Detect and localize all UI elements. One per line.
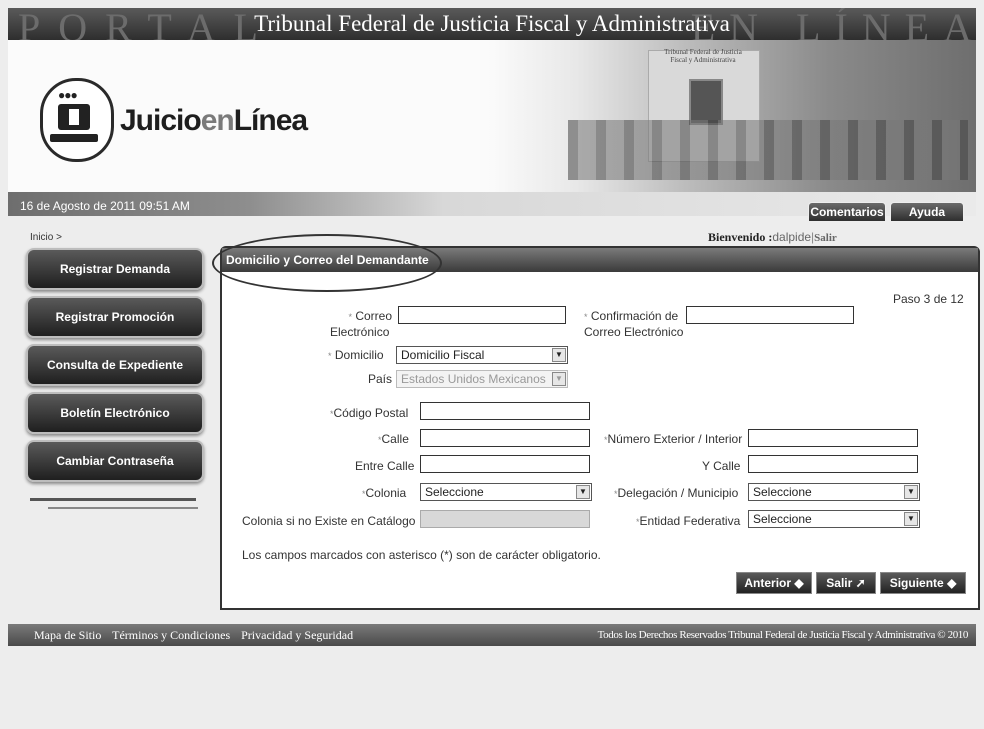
y-calle-field[interactable] — [748, 455, 918, 473]
footer-link-site-map[interactable]: Mapa de Sitio — [34, 628, 101, 642]
entre-calle-field[interactable] — [420, 455, 590, 473]
sidebar-item-boletin-electronico[interactable]: Boletín Electrónico — [26, 392, 204, 434]
colonia-label: *Colonia — [362, 486, 407, 500]
numero-label: *Número Exterior / Interior — [604, 432, 743, 446]
email-label-line2: Electrónico — [330, 325, 390, 339]
exit-arrow-icon: ➚ — [855, 576, 866, 590]
footer-link-privacy[interactable]: Privacidad y Seguridad — [241, 628, 353, 642]
comments-button[interactable]: Comentarios — [808, 202, 886, 222]
domicilio-label: * Domicilio — [328, 348, 384, 362]
codigo-postal-field[interactable] — [420, 402, 590, 420]
codigo-postal-label: *Código Postal — [330, 406, 409, 420]
welcome-label: Bienvenido : — [708, 230, 773, 244]
sidebar-item-consulta-expediente[interactable]: Consulta de Expediente — [26, 344, 204, 386]
colonia-otra-label: Colonia si no Existe en Catálogo — [242, 514, 416, 528]
sidebar: Registrar Demanda Registrar Promoción Co… — [26, 248, 204, 509]
help-button[interactable]: Ayuda — [890, 202, 964, 222]
chevron-down-icon[interactable]: ▼ — [904, 485, 918, 499]
email-label: * Correo — [348, 309, 392, 323]
step-indicator: Paso 3 de 12 — [893, 292, 964, 306]
header-banner: Tribunal Federal de Justicia Fiscal y Ad… — [8, 40, 976, 192]
delegacion-label: *Delegación / Municipio — [614, 486, 739, 500]
logo-text: JuicioenLínea — [120, 104, 308, 138]
footer-links: Mapa de Sitio Términos y Condiciones Pri… — [34, 624, 361, 646]
logo-text-en: en — [200, 104, 235, 137]
juicio-en-linea-logo-icon: ●●● — [40, 78, 114, 162]
top-title-band: PORTAL EN LÍNEA Tribunal Federal de Just… — [8, 8, 976, 40]
entre-calle-label: Entre Calle — [355, 459, 415, 473]
email-field[interactable] — [398, 306, 566, 324]
colonia-select[interactable]: Seleccione ▼ — [420, 483, 592, 501]
sidebar-item-registrar-promocion[interactable]: Registrar Promoción — [26, 296, 204, 338]
colonia-otra-field — [420, 510, 590, 528]
pais-select: Estados Unidos Mexicanos ▼ — [396, 370, 568, 388]
sidebar-item-cambiar-contrasena[interactable]: Cambiar Contraseña — [26, 440, 204, 482]
domicilio-select[interactable]: Domicilio Fiscal ▼ — [396, 346, 568, 364]
required-note: Los campos marcados con asterisco (*) so… — [242, 548, 601, 562]
calle-field[interactable] — [420, 429, 590, 447]
highlight-ellipse — [212, 234, 442, 292]
chevron-down-icon[interactable]: ▼ — [904, 512, 918, 526]
courtroom-chairs — [568, 120, 968, 180]
footer-link-terms[interactable]: Términos y Condiciones — [112, 628, 230, 642]
y-calle-label: Y Calle — [702, 459, 741, 473]
logout-link[interactable]: Salir — [814, 232, 837, 244]
entidad-label: *Entidad Federativa — [636, 514, 741, 528]
current-date: 16 de Agosto de 2011 09:51 AM — [20, 199, 190, 213]
chevron-down-icon: ▼ — [552, 372, 566, 386]
logo-text-linea: Línea — [233, 104, 308, 137]
delegacion-select[interactable]: Seleccione ▼ — [748, 483, 920, 501]
footer-copyright: Todos los Derechos Reservados Tribunal F… — [597, 629, 969, 641]
wall-portrait — [689, 79, 723, 125]
chevron-down-icon[interactable]: ▼ — [576, 485, 590, 499]
wall-plate: Tribunal Federal de Justicia Fiscal y Ad… — [664, 48, 742, 64]
sidebar-item-registrar-demanda[interactable]: Registrar Demanda — [26, 248, 204, 290]
email-confirm-label: * Confirmación de — [584, 309, 679, 323]
footer: Mapa de Sitio Términos y Condiciones Pri… — [8, 624, 976, 646]
arrow-left-icon: ◆ — [794, 576, 804, 590]
previous-button[interactable]: Anterior ◆ — [736, 572, 812, 594]
entidad-select[interactable]: Seleccione ▼ — [748, 510, 920, 528]
people-icon: ●●● — [58, 88, 78, 102]
numero-field[interactable] — [748, 429, 918, 447]
sidebar-divider — [30, 498, 196, 501]
calle-label: *Calle — [378, 432, 409, 446]
breadcrumb[interactable]: Inicio > — [30, 232, 62, 243]
arrow-right-icon: ◆ — [947, 576, 957, 590]
chevron-down-icon[interactable]: ▼ — [552, 348, 566, 362]
next-button[interactable]: Siguiente ◆ — [880, 572, 966, 594]
sidebar-divider-secondary — [48, 507, 198, 509]
email-confirm-label-line2: Correo Electrónico — [584, 325, 684, 339]
username: dalpide — [772, 230, 812, 244]
site-title: Tribunal Federal de Justicia Fiscal y Ad… — [254, 11, 730, 36]
pais-label: País — [368, 372, 393, 386]
exit-button[interactable]: Salir ➚ — [816, 572, 876, 594]
email-confirm-field[interactable] — [686, 306, 854, 324]
welcome-bar: Bienvenido :dalpide|Salir — [708, 230, 837, 245]
computer-icon — [58, 104, 90, 130]
logo-text-juicio: Juicio — [120, 104, 202, 137]
